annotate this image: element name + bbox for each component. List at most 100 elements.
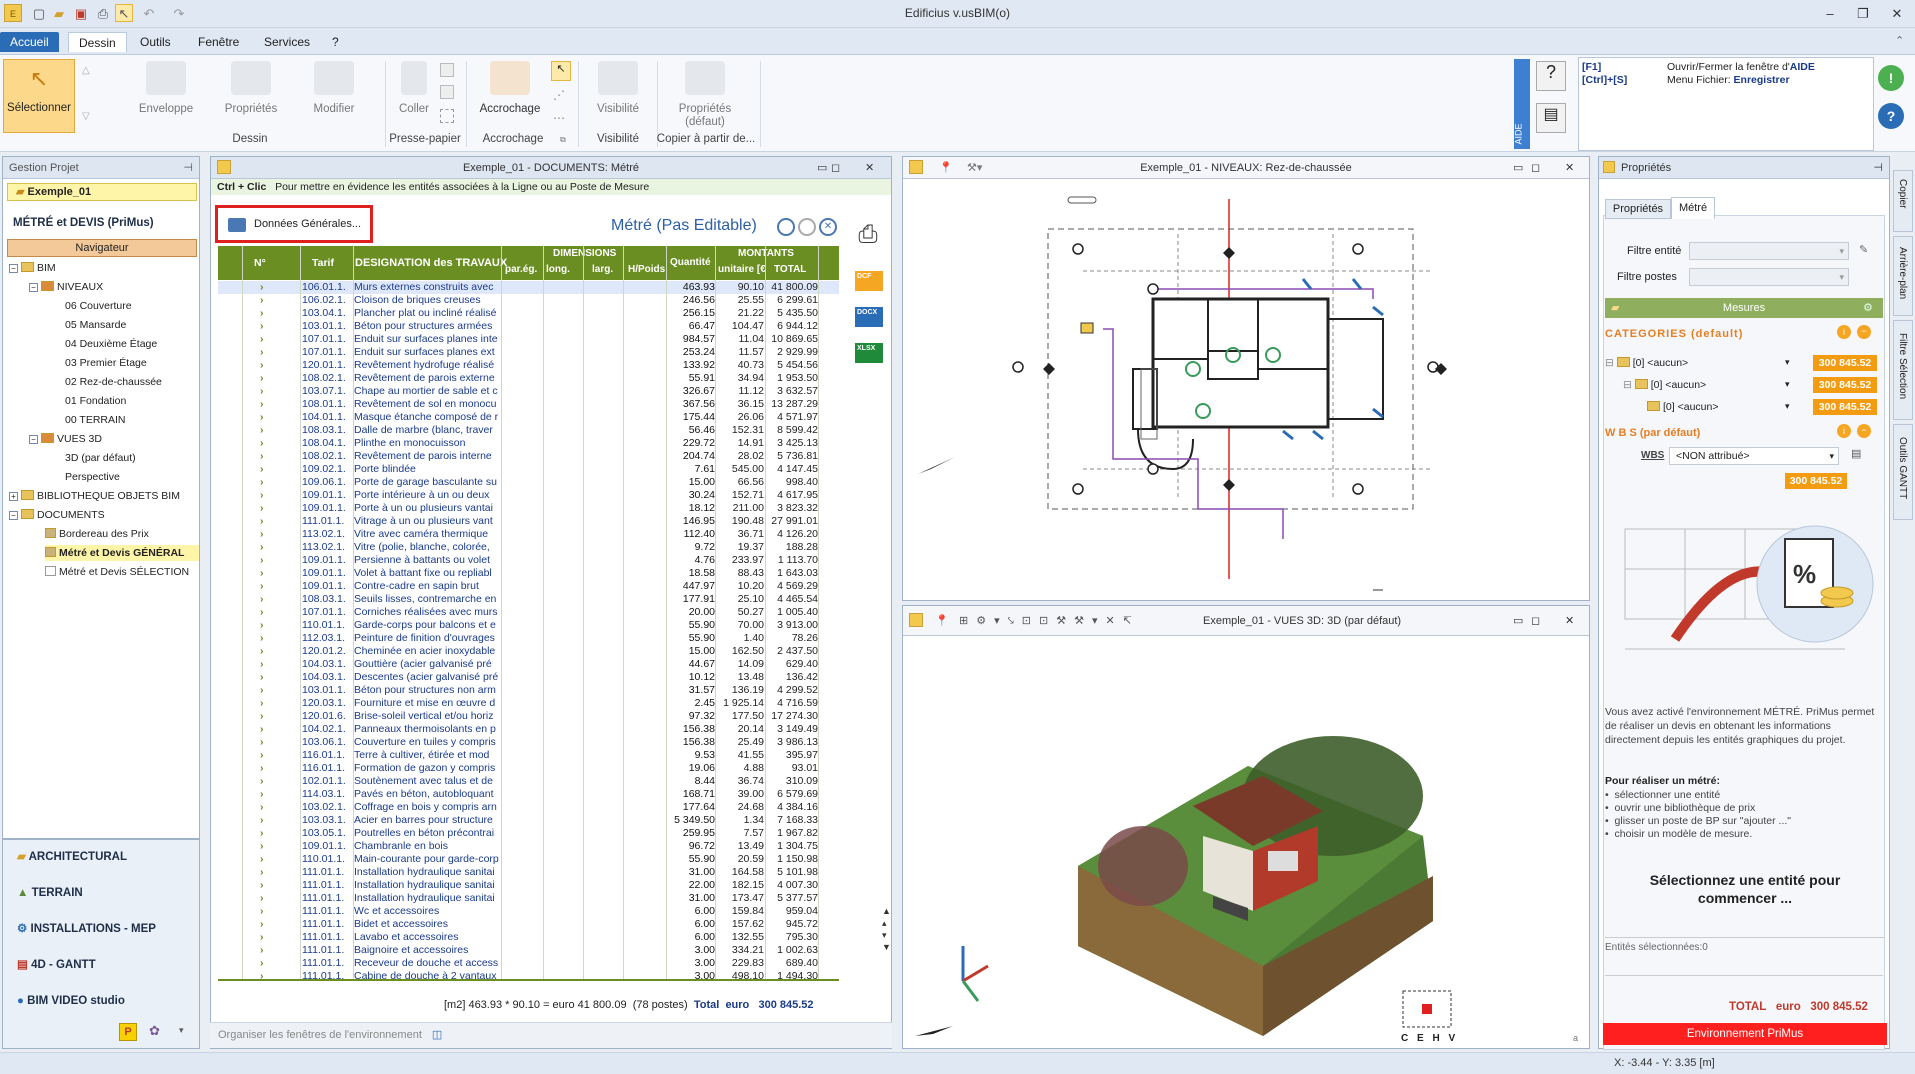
table-row[interactable]: › 103.05.1. Poutrelles en béton précontrai…	[218, 827, 839, 840]
minimize-button[interactable]: –	[1815, 4, 1845, 24]
table-nav-arrows[interactable]: ▲ ▴ ▾ ▼	[882, 905, 891, 953]
save-shortcut-icon[interactable]: ▤	[1536, 103, 1566, 133]
expand-row-icon[interactable]: ›	[260, 437, 270, 450]
table-row[interactable]: › 108.03.1. Dalle de marbre (blanc, traver…	[218, 424, 839, 437]
expand-row-icon[interactable]: ›	[260, 736, 270, 749]
tree-documents[interactable]: − DOCUMENTS	[9, 507, 105, 523]
tab-metre[interactable]: Métré	[1671, 197, 1715, 219]
filter-entity-select[interactable]: ▾	[1689, 242, 1849, 260]
scroll-down-icon[interactable]: ▽	[82, 111, 90, 122]
expand-row-icon[interactable]: ›	[260, 801, 270, 814]
nav-terrain[interactable]: ▲ TERRAIN	[7, 876, 203, 910]
print-icon[interactable]: ⎙	[853, 221, 883, 251]
table-row[interactable]: › 116.01.1. Terre à cultiver, étirée et mo…	[218, 749, 839, 762]
tree-3d-default[interactable]: 3D (par défaut)	[65, 450, 136, 466]
tree-library[interactable]: + BIBLIOTHEQUE OBJETS BIM	[9, 488, 180, 504]
table-row[interactable]: › 114.03.1. Pavés en béton, autobloquant 16…	[218, 788, 839, 801]
arrange-windows-bar[interactable]: Organiser les fenêtres de l'environnemen…	[210, 1022, 892, 1048]
expand-row-icon[interactable]: ›	[260, 281, 270, 294]
mesures-bar[interactable]: ▰ Mesures ⚙	[1605, 298, 1883, 318]
table-row[interactable]: › 120.03.1. Fourniture et mise en œuvre d 2…	[218, 697, 839, 710]
table-row[interactable]: › 104.01.1. Masque étanche composé de r 175…	[218, 411, 839, 424]
expand-row-icon[interactable]: ›	[260, 411, 270, 424]
ok-status-icon[interactable]: !	[1878, 65, 1904, 91]
chevron-down-icon[interactable]: ▾	[1785, 379, 1790, 390]
properties-button[interactable]: Propriétés	[215, 61, 287, 115]
export-dcf-icon[interactable]: DCF	[855, 271, 883, 291]
table-row[interactable]: › 109.01.1. Volet à battant fixe ou replia…	[218, 567, 839, 580]
expand-row-icon[interactable]: ›	[260, 697, 270, 710]
table-row[interactable]: › 111.01.1. Baignoire et accessoires 3.00 33…	[218, 944, 839, 957]
tree-level-03[interactable]: 03 Premier Étage	[65, 355, 147, 371]
3d-model-view[interactable]	[903, 636, 1589, 1046]
minimize-panel-icon[interactable]: ▭	[817, 157, 827, 179]
close-plan-icon[interactable]: ✕	[1565, 157, 1574, 179]
expand-row-icon[interactable]: ›	[260, 567, 270, 580]
tree-bim[interactable]: − BIM	[9, 260, 56, 276]
table-row[interactable]: › 109.06.1. Porte de garage basculante su 1…	[218, 476, 839, 489]
expand-row-icon[interactable]: ›	[260, 814, 270, 827]
expand-row-icon[interactable]: ›	[260, 294, 270, 307]
expand-row-icon[interactable]: ›	[260, 892, 270, 905]
more-dropdown-icon[interactable]: ▾	[179, 1025, 184, 1036]
expand-row-icon[interactable]: ›	[260, 762, 270, 775]
help-icon[interactable]: ?	[1878, 103, 1904, 129]
expand-row-icon[interactable]: ›	[260, 827, 270, 840]
plan-tools-icon[interactable]: ⚒▾	[967, 157, 982, 179]
help-side-tab[interactable]: AIDE	[1514, 59, 1530, 149]
expand-row-icon[interactable]: ›	[260, 619, 270, 632]
expand-row-icon[interactable]: ›	[260, 944, 270, 957]
table-row[interactable]: › 107.01.1. Corniches réalisées avec murs 2…	[218, 606, 839, 619]
tree-level-02[interactable]: 02 Rez-de-chaussée	[65, 374, 162, 390]
visibility-button[interactable]: Visibilité	[582, 61, 654, 115]
table-row[interactable]: › 111.01.1. Wc et accessoires 6.00 159.84 959…	[218, 905, 839, 918]
table-row[interactable]: › 109.01.1. Contre-cadre en sapin brut 447.…	[218, 580, 839, 593]
table-row[interactable]: › 109.01.1. Porte à un ou plusieurs vantai…	[218, 502, 839, 515]
expand-row-icon[interactable]: ›	[260, 502, 270, 515]
envelope-button[interactable]: Enveloppe	[130, 61, 202, 115]
table-row[interactable]: › 108.03.1. Seuils lisses, contremarche en…	[218, 593, 839, 606]
environment-primus-button[interactable]: Environnement PriMus	[1603, 1023, 1887, 1045]
menu-dessin[interactable]: Dessin	[68, 32, 127, 52]
expand-row-icon[interactable]: ›	[260, 359, 270, 372]
close-window-button[interactable]: ✕	[1882, 4, 1912, 24]
table-row[interactable]: › 106.01.1. Murs externes construits avec 4…	[218, 281, 839, 294]
expand-row-icon[interactable]: ›	[260, 671, 270, 684]
pin-red-icon[interactable]: 📍	[935, 606, 949, 636]
expand-row-icon[interactable]: ›	[260, 450, 270, 463]
paste-button[interactable]: Coller	[390, 61, 438, 115]
project-name[interactable]: ▰ Exemple_01	[7, 183, 197, 201]
expand-row-icon[interactable]: ›	[260, 541, 270, 554]
help-window-icon[interactable]: ?	[1536, 61, 1566, 91]
close-3d-icon[interactable]: ✕	[1565, 606, 1574, 636]
expand-row-icon[interactable]: ›	[260, 645, 270, 658]
view-icon[interactable]	[777, 218, 795, 236]
settings-tools-icon[interactable]: ✕	[819, 218, 837, 236]
tree-niveaux[interactable]: − NIVEAUX	[29, 279, 103, 295]
expand-row-icon[interactable]: ›	[260, 788, 270, 801]
expand-row-icon[interactable]: ›	[260, 385, 270, 398]
view3d-toolbar[interactable]: ⊞⚙▾⤥⊡⊡⚒⚒▾✕↸	[959, 606, 1140, 636]
expand-row-icon[interactable]: ›	[260, 528, 270, 541]
table-row[interactable]: › 111.01.1. Installation hydraulique sanit…	[218, 866, 839, 879]
filter-icon[interactable]	[798, 218, 816, 236]
expand-row-icon[interactable]: ›	[260, 320, 270, 333]
table-row[interactable]: › 103.01.1. Béton pour structures non arm 3…	[218, 684, 839, 697]
table-row[interactable]: › 107.01.1. Enduit sur surfaces planes ext…	[218, 346, 839, 359]
expand-row-icon[interactable]: ›	[260, 333, 270, 346]
tab-proprietes[interactable]: Propriétés	[1605, 199, 1671, 219]
expand-row-icon[interactable]: ›	[260, 957, 270, 970]
expand-row-icon[interactable]: ›	[260, 931, 270, 944]
menu-help[interactable]: ?	[322, 32, 349, 52]
table-row[interactable]: › 108.02.1. Revêtement de parois interne 20…	[218, 450, 839, 463]
category-row-2[interactable]: [0] <aucun>	[1647, 401, 1718, 413]
expand-row-icon[interactable]: ›	[260, 775, 270, 788]
view-cube-labels[interactable]: C E H V	[1401, 1033, 1458, 1044]
expand-row-icon[interactable]: ›	[260, 307, 270, 320]
close-panel-icon[interactable]: ✕	[865, 157, 874, 179]
nav-bim-video[interactable]: ● BIM VIDEO studio	[7, 984, 203, 1018]
table-row[interactable]: › 108.04.1. Plinthe en monocuisson 229.72 14…	[218, 437, 839, 450]
expand-row-icon[interactable]: ›	[260, 346, 270, 359]
wbs-info-icon[interactable]: i	[1837, 424, 1851, 438]
expand-row-icon[interactable]: ›	[260, 723, 270, 736]
